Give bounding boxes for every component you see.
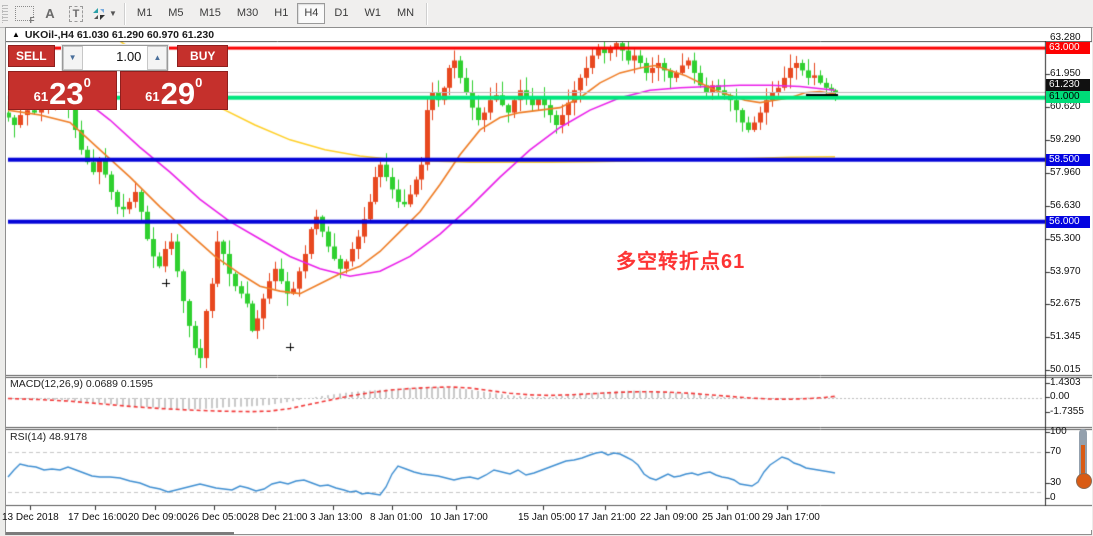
buy-price-superscript: 0	[195, 75, 203, 90]
indicator-tick-label: 0	[1050, 492, 1056, 503]
price-tick-label: 55.300	[1050, 233, 1081, 244]
toolbar-separator	[123, 2, 125, 25]
volume-increase-button[interactable]: ▲	[147, 46, 168, 70]
text-tool-icon[interactable]: T	[65, 3, 87, 25]
price-chart-canvas[interactable]	[6, 41, 1092, 530]
volume-decrease-button[interactable]: ▼	[62, 46, 83, 70]
indicator-tick-label: 0.00	[1050, 391, 1070, 402]
macd-indicator-label: MACD(12,26,9) 0.0689 0.1595	[10, 378, 154, 390]
price-level-badge: 56.000	[1046, 216, 1090, 228]
indicator-tick-label: -1.7355	[1050, 406, 1084, 417]
top-toolbar: F A T ▼ M1 M5 M15 M30 H1 H4 D1 W1 MN	[0, 0, 1093, 28]
time-tick-label: 15 Jan 05:00	[518, 512, 576, 523]
time-tick-label: 17 Dec 16:00	[68, 512, 128, 523]
timeframe-m5[interactable]: M5	[161, 3, 190, 24]
buy-price-big-digits: 29	[160, 75, 196, 111]
text-label-icon[interactable]: A	[39, 3, 61, 25]
buy-price-prefix: 61	[145, 89, 160, 104]
volume-stepper: ▼ 1.00 ▲	[61, 45, 169, 71]
price-tick-label: 53.970	[1050, 266, 1081, 277]
time-tick-label: 10 Jan 17:00	[430, 512, 488, 523]
timeframe-h4[interactable]: H4	[297, 3, 326, 24]
indicator-tick-label: 30	[1050, 477, 1062, 488]
time-tick-label: 26 Dec 05:00	[188, 512, 248, 523]
sell-price-prefix: 61	[33, 89, 49, 104]
chart-title-bar[interactable]: ▲ UKOil-,H4 61.030 61.290 60.970 61.230	[6, 28, 1090, 41]
timeframe-h1[interactable]: H1	[267, 3, 295, 24]
sell-price-superscript: 0	[83, 75, 91, 90]
timeframe-m1[interactable]: M1	[130, 3, 159, 24]
shapes-icon[interactable]: ▼	[91, 3, 118, 25]
sell-price-big-digits: 23	[49, 75, 84, 111]
chart-symbol-ohlc: UKOil-,H4 61.030 61.290 60.970 61.230	[24, 28, 215, 41]
timeframe-d1[interactable]: D1	[327, 3, 355, 24]
timeframe-group: M1 M5 M15 M30 H1 H4 D1 W1 MN	[129, 3, 422, 24]
price-level-badge: 61.230	[1046, 79, 1090, 91]
chevron-down-icon[interactable]: ▼	[109, 9, 117, 18]
sell-button[interactable]: SELL	[8, 45, 55, 67]
volume-input[interactable]: 1.00	[83, 46, 148, 70]
timeframe-mn[interactable]: MN	[390, 3, 421, 24]
time-tick-label: 20 Dec 09:00	[128, 512, 188, 523]
price-level-badge: 58.500	[1046, 154, 1090, 166]
time-tick-label: 25 Jan 01:00	[702, 512, 760, 523]
one-click-trade-panel: SELL ▼ 1.00 ▲ BUY 61 23 0 61 29 0	[8, 45, 228, 110]
time-tick-label: 3 Jan 13:00	[310, 512, 363, 523]
indicator-tick-label: 70	[1050, 446, 1062, 457]
time-tick-label: 28 Dec 21:00	[248, 512, 308, 523]
indicator-tick-label: 1.4303	[1050, 377, 1081, 388]
timeframe-w1[interactable]: W1	[357, 3, 388, 24]
toolbar-separator	[426, 2, 428, 25]
time-tick-label: 17 Jan 21:00	[578, 512, 636, 523]
timeframe-m15[interactable]: M15	[192, 3, 227, 24]
price-tick-label: 52.675	[1050, 298, 1081, 309]
time-tick-label: 13 Dec 2018	[2, 512, 59, 523]
collapse-triangle-icon[interactable]: ▲	[12, 30, 20, 39]
price-tick-label: 61.950	[1050, 68, 1081, 79]
price-tick-label: 57.960	[1050, 167, 1081, 178]
price-tick-label: 56.630	[1050, 200, 1081, 211]
indicator-window-icon[interactable]: F	[13, 3, 35, 25]
thermometer-icon	[1073, 429, 1093, 495]
toolbar-grip[interactable]	[2, 4, 8, 23]
time-tick-label: 22 Jan 09:00	[640, 512, 698, 523]
arrows-glyph	[93, 7, 105, 20]
sell-price-display[interactable]: 61 23 0	[8, 71, 117, 110]
price-tick-label: 50.015	[1050, 364, 1081, 375]
timeframe-m30[interactable]: M30	[230, 3, 265, 24]
indicator-tick-label: 100	[1050, 426, 1067, 437]
price-level-badge: 63.000	[1046, 42, 1090, 54]
buy-price-display[interactable]: 61 29 0	[119, 71, 228, 111]
bottom-tab-strip	[6, 532, 234, 535]
time-tick-label: 29 Jan 17:00	[762, 512, 820, 523]
price-level-badge: 61.000	[1046, 91, 1090, 103]
buy-button[interactable]: BUY	[177, 45, 228, 67]
price-tick-label: 51.345	[1050, 331, 1081, 342]
price-tick-label: 59.290	[1050, 134, 1081, 145]
time-tick-label: 8 Jan 01:00	[370, 512, 423, 523]
chart-text-annotation: 多空转折点61	[616, 251, 746, 273]
rsi-indicator-label: RSI(14) 48.9178	[10, 431, 88, 443]
